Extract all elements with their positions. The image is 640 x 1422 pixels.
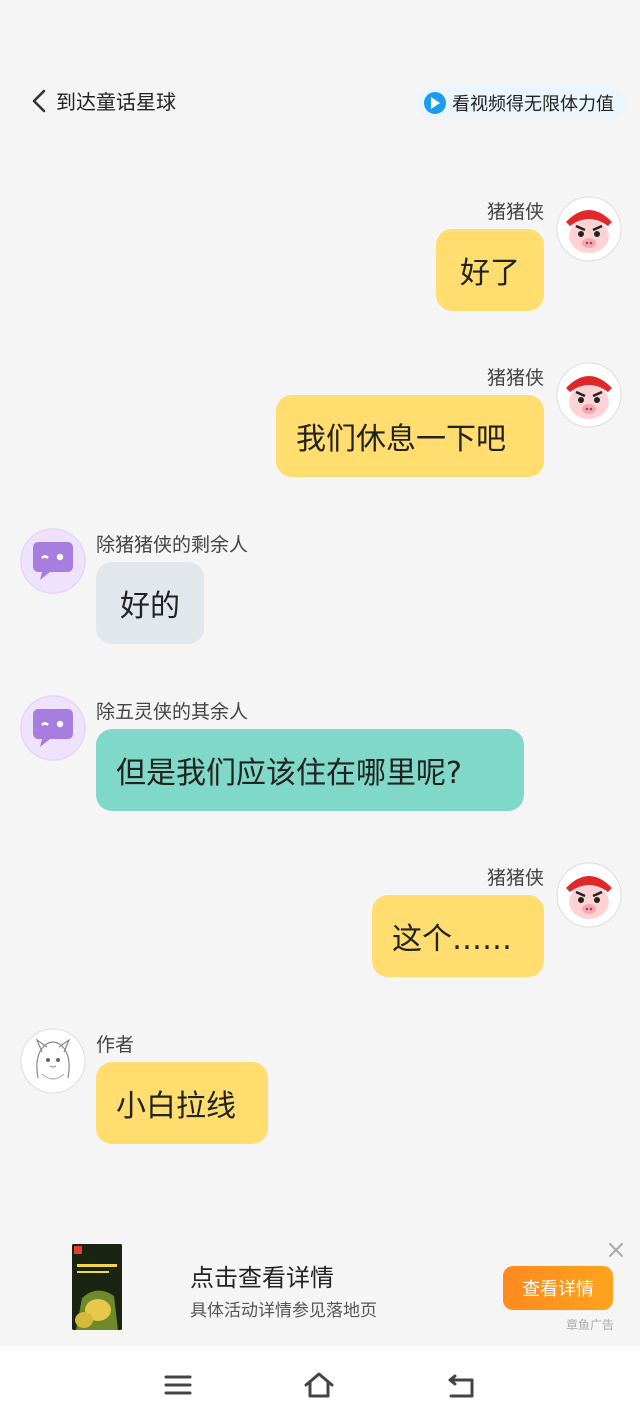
message-bubble[interactable]: 好了	[436, 229, 544, 311]
message-bubble[interactable]: 好的	[96, 562, 204, 644]
play-icon	[424, 92, 446, 114]
message-bubble[interactable]: 但是我们应该住在哪里呢?	[96, 729, 524, 811]
ad-source-tag: 章鱼广告	[566, 1318, 615, 1332]
pig-hero-avatar[interactable]	[556, 862, 622, 928]
message-bubble[interactable]: 我们休息一下吧	[276, 395, 544, 477]
pig-hero-avatar[interactable]	[556, 196, 622, 262]
sender-name: 作者	[96, 1034, 135, 1056]
chat-screen: 到达童话星球 看视频得无限体力值 猪猪侠 好了 猪猪侠 我们休息一下吧 除猪猪侠…	[0, 0, 640, 1422]
sender-name: 猪猪侠	[486, 867, 544, 889]
close-icon[interactable]	[606, 1240, 626, 1260]
message-bubble[interactable]: 这个……	[372, 895, 544, 977]
watch-video-button[interactable]: 看视频得无限体力值	[416, 86, 626, 120]
story-title: 到达童话星球	[56, 90, 176, 114]
pig-hero-avatar[interactable]	[556, 362, 622, 428]
ad-banner[interactable]: 点击查看详情 具体活动详情参见落地页 查看详情 章鱼广告	[0, 1236, 640, 1346]
ad-thumbnail[interactable]	[72, 1244, 122, 1330]
ad-subtitle: 具体活动详情参见落地页	[190, 1301, 377, 1321]
system-nav-bar	[0, 1346, 640, 1422]
back-button[interactable]: 到达童话星球	[30, 86, 176, 115]
sender-name: 猪猪侠	[486, 367, 544, 389]
view-details-button[interactable]: 查看详情	[503, 1266, 613, 1310]
home-icon[interactable]	[302, 1368, 336, 1402]
video-reward-label: 看视频得无限体力值	[452, 94, 614, 115]
chat-bubble-avatar[interactable]	[20, 695, 86, 761]
author-sketch-avatar[interactable]	[20, 1028, 86, 1094]
sender-name: 除猪猪侠的剩余人	[96, 534, 249, 556]
back-icon[interactable]	[445, 1368, 479, 1402]
message-bubble[interactable]: 小白拉线	[96, 1062, 268, 1144]
sender-name: 猪猪侠	[486, 201, 544, 223]
ad-title[interactable]: 点击查看详情	[190, 1258, 334, 1293]
chevron-left-icon	[32, 89, 46, 112]
menu-icon[interactable]	[161, 1368, 195, 1402]
chat-bubble-avatar[interactable]	[20, 528, 86, 594]
sender-name: 除五灵侠的其余人	[96, 701, 249, 723]
